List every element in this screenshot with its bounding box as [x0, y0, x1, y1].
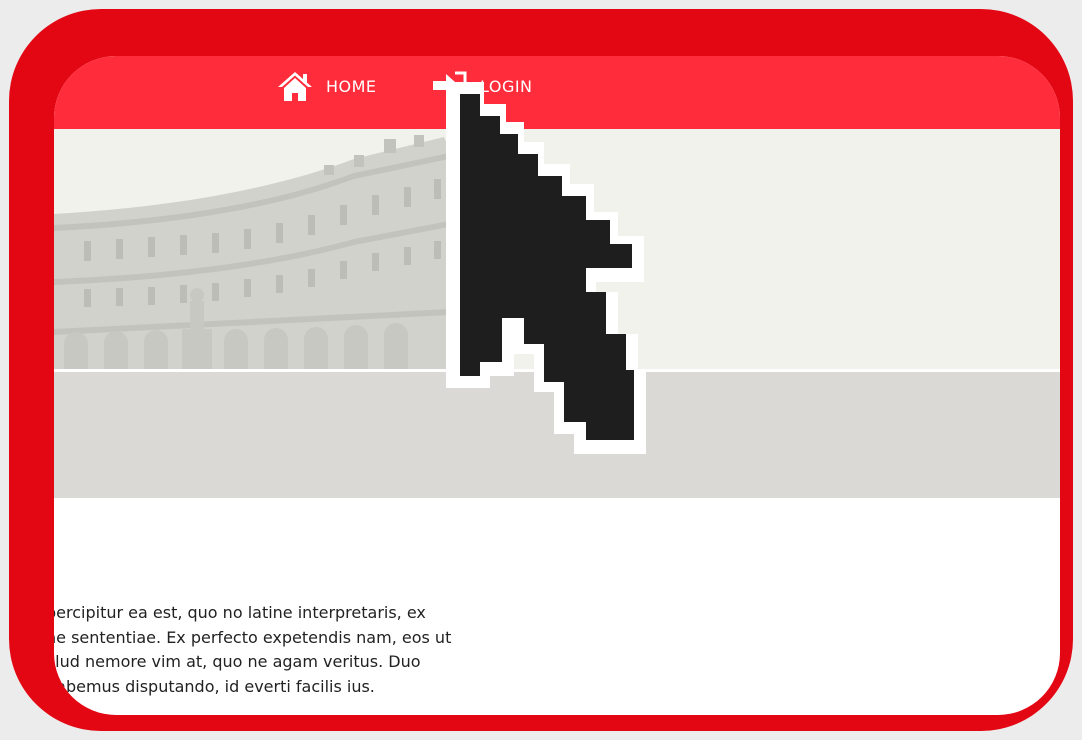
body-text: percipitur ea est, quo no latine interpr… — [54, 601, 586, 699]
body-text-line: percipitur ea est, quo no latine interpr… — [54, 603, 426, 622]
body-text-line: habemus disputando, id everti facilis iu… — [54, 676, 375, 696]
building-illustration — [54, 135, 449, 369]
mouse-pointer-icon — [446, 82, 646, 454]
body-text-line: Illud nemore vim at, quo ne agam veritus… — [54, 652, 421, 671]
nav-home-label: HOME — [326, 76, 377, 96]
nav-home-link[interactable]: HOME — [276, 56, 377, 116]
body-text-line: ne sententiae. Ex perfecto expetendis na… — [54, 627, 452, 647]
home-icon — [278, 72, 312, 101]
